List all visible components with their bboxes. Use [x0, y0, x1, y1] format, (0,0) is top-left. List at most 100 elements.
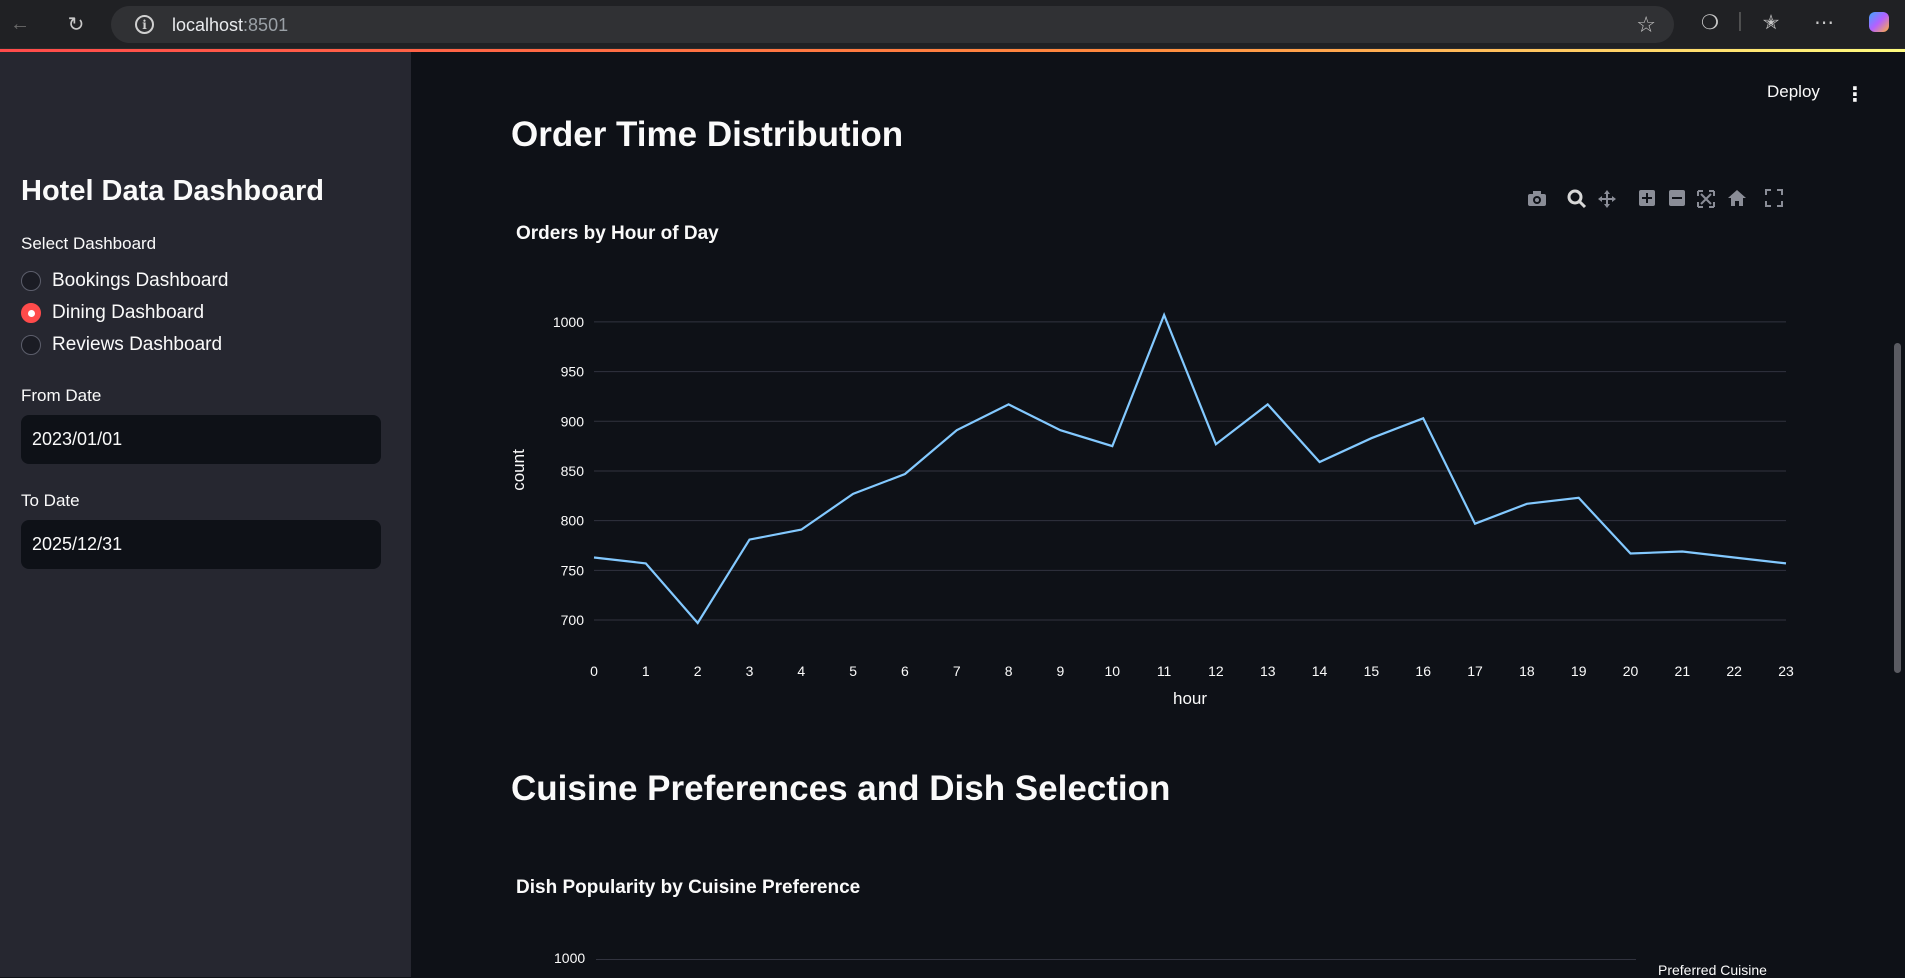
- x-tick-label: 6: [901, 663, 909, 679]
- data-point[interactable]: [1367, 434, 1375, 442]
- series-line[interactable]: [593, 312, 1787, 625]
- y-axis-ticks: 700 750 800 850 900 950 1000: [553, 314, 584, 628]
- x-tick-label: 21: [1675, 663, 1691, 679]
- info-icon[interactable]: i: [135, 15, 154, 34]
- section-title-cuisine: Cuisine Preferences and Dish Selection: [511, 769, 1171, 808]
- toolbar-divider: |: [1737, 10, 1743, 32]
- to-date-input[interactable]: [21, 520, 381, 569]
- section-title-order-time: Order Time Distribution: [511, 115, 904, 154]
- radio-bookings-dashboard[interactable]: Bookings Dashboard: [21, 268, 228, 294]
- x-tick-label: 0: [590, 663, 598, 679]
- radio-button[interactable]: [21, 335, 41, 355]
- series-points: [590, 311, 1790, 627]
- reset-axes-home-icon[interactable]: [1726, 189, 1748, 211]
- x-tick-label: 15: [1364, 663, 1380, 679]
- x-tick-label: 3: [746, 663, 754, 679]
- data-point[interactable]: [745, 536, 753, 544]
- more-options-icon[interactable]: ⋯: [1811, 10, 1837, 35]
- extensions-icon[interactable]: ❍: [1697, 10, 1723, 35]
- data-point[interactable]: [901, 470, 909, 478]
- data-point[interactable]: [1782, 559, 1790, 567]
- data-point[interactable]: [797, 526, 805, 534]
- data-point[interactable]: [1160, 311, 1168, 319]
- from-date-input[interactable]: [21, 415, 381, 464]
- data-point[interactable]: [1005, 400, 1013, 408]
- orders-by-hour-chart[interactable]: 7007508008509009501000 0 1 2 3 4 5 6 7 8 9 10 11 12 1…: [500, 290, 1810, 710]
- data-point[interactable]: [953, 426, 961, 434]
- zoom-out-icon[interactable]: [1666, 189, 1688, 211]
- back-arrow-icon[interactable]: ←: [6, 10, 34, 38]
- x-tick-label: 12: [1208, 663, 1224, 679]
- x-tick-label: 16: [1415, 663, 1431, 679]
- reload-icon[interactable]: ↻: [62, 10, 90, 38]
- chart-title-orders-by-hour: Orders by Hour of Day: [516, 223, 719, 244]
- data-point[interactable]: [1212, 440, 1220, 448]
- select-dashboard-label: Select Dashboard: [21, 234, 157, 253]
- data-point[interactable]: [694, 619, 702, 627]
- radio-label: Bookings Dashboard: [52, 270, 229, 291]
- x-tick-label: 7: [953, 663, 961, 679]
- x-tick-label: 22: [1726, 663, 1742, 679]
- data-point[interactable]: [1627, 549, 1635, 557]
- x-tick-label: 19: [1571, 663, 1587, 679]
- data-point[interactable]: [1523, 500, 1531, 508]
- zoom-icon[interactable]: [1566, 189, 1588, 211]
- x-tick-label: 1: [642, 663, 650, 679]
- deploy-button[interactable]: Deploy: [1767, 82, 1820, 102]
- x-tick-label: 11: [1157, 663, 1172, 679]
- data-point[interactable]: [1056, 426, 1064, 434]
- x-tick-label: 4: [797, 663, 805, 679]
- x-axis-ticks: 0 1 2 3 4 5 6 7 8 9 10 11 12 13 14 15 16 17 18 19 20 21 22 23: [590, 663, 1794, 679]
- favorites-icon[interactable]: ✭: [1758, 10, 1784, 35]
- data-point[interactable]: [1316, 458, 1324, 466]
- chart2-legend-title: Preferred Cuisine: [1658, 962, 1767, 978]
- fullscreen-icon[interactable]: [1763, 189, 1785, 211]
- data-point[interactable]: [1678, 547, 1686, 555]
- x-tick-label: 20: [1623, 663, 1639, 679]
- data-point[interactable]: [1575, 494, 1583, 502]
- data-point[interactable]: [1471, 520, 1479, 528]
- data-point[interactable]: [590, 553, 598, 561]
- main-menu-icon[interactable]: ⋮: [1845, 82, 1865, 107]
- radio-reviews-dashboard[interactable]: Reviews Dashboard: [21, 332, 222, 358]
- to-date-label: To Date: [21, 491, 80, 510]
- radio-button[interactable]: [21, 271, 41, 291]
- y-tick-label: 800: [561, 513, 585, 529]
- autoscale-icon[interactable]: [1695, 189, 1717, 211]
- x-tick-label: 2: [694, 663, 702, 679]
- radio-button-selected[interactable]: [21, 303, 41, 323]
- x-tick-label: 5: [849, 663, 857, 679]
- data-point[interactable]: [1419, 414, 1427, 422]
- y-tick-label: 1000: [553, 314, 584, 330]
- x-tick-label: 9: [1057, 663, 1065, 679]
- chart2-gridline: [596, 959, 1636, 960]
- y-tick-label: 750: [561, 562, 585, 578]
- url-text[interactable]: localhost:8501: [172, 15, 288, 36]
- pan-icon[interactable]: [1596, 189, 1618, 211]
- address-bar[interactable]: i localhost:8501 ☆: [111, 6, 1674, 43]
- y-tick-label: 700: [561, 612, 585, 628]
- favorite-star-icon[interactable]: ☆: [1636, 12, 1656, 38]
- chart-gridlines: [594, 321, 1786, 621]
- y-tick-label: 850: [561, 463, 585, 479]
- camera-icon[interactable]: [1526, 189, 1548, 211]
- zoom-in-icon[interactable]: [1636, 189, 1658, 211]
- x-tick-label: 17: [1467, 663, 1483, 679]
- data-point[interactable]: [1108, 442, 1116, 450]
- chart-title-dish-popularity: Dish Popularity by Cuisine Preference: [516, 877, 861, 898]
- data-point[interactable]: [1264, 400, 1272, 408]
- y-tick-label: 950: [561, 364, 585, 380]
- scrollbar-thumb[interactable]: [1894, 343, 1901, 673]
- chart2-ytick: 1000: [554, 950, 586, 966]
- copilot-icon[interactable]: [1866, 9, 1892, 41]
- y-axis-label: count: [509, 449, 528, 491]
- data-point[interactable]: [1730, 553, 1738, 561]
- browser-toolbar: ← ↻ i localhost:8501 ☆ ❍ | ✭ ⋯: [0, 0, 1905, 49]
- from-date-label: From Date: [21, 386, 102, 405]
- data-point[interactable]: [642, 559, 650, 567]
- y-tick-label: 900: [561, 413, 585, 429]
- x-tick-label: 14: [1312, 663, 1328, 679]
- radio-dining-dashboard[interactable]: Dining Dashboard: [21, 300, 204, 326]
- data-point[interactable]: [849, 490, 857, 498]
- x-tick-label: 23: [1778, 663, 1794, 679]
